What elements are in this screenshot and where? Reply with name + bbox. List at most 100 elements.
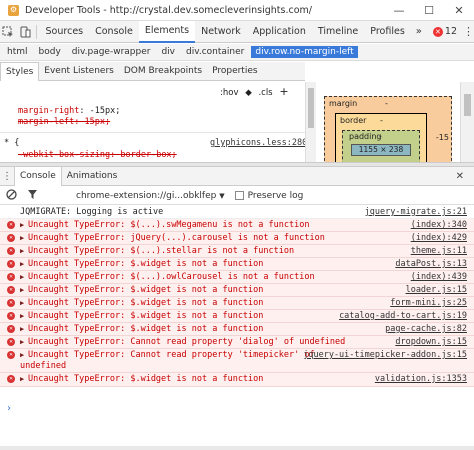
tab-elements[interactable]: Elements (138, 20, 196, 43)
box-model-diagram: margin - -15 border - padding - 1155 × 2… (316, 82, 460, 162)
expand-triangle-icon[interactable]: ▶ (20, 234, 24, 242)
styles-scrollbar[interactable] (305, 82, 316, 162)
close-drawer-icon[interactable]: ✕ (456, 171, 464, 182)
source-link[interactable]: dataPost.js:13 (395, 259, 467, 269)
tab-styles[interactable]: Styles (0, 61, 40, 81)
expand-triangle-icon[interactable]: ▶ (20, 351, 24, 359)
breadcrumb-item[interactable]: html (3, 46, 32, 58)
console-message-error[interactable]: ✕ ▶ Uncaught TypeError: Cannot read prope… (0, 336, 474, 349)
console-message-error[interactable]: ✕ ▶ Uncaught TypeError: $.widget is not a… (0, 323, 474, 336)
property-value: 15px; (84, 117, 111, 127)
box-model-padding[interactable]: padding - 1155 × 238 (342, 130, 420, 162)
console-message-error[interactable]: ✕ ▶ Uncaught TypeError: $(...).stellar is… (0, 245, 474, 258)
console-message-error[interactable]: ✕ ▶ Uncaught TypeError: $.widget is not a… (0, 284, 474, 297)
tab-event-listeners[interactable]: Event Listeners (39, 62, 119, 81)
styles-sub-tabs: Styles Event Listeners DOM Breakpoints P… (0, 61, 305, 81)
console-message-error[interactable]: ✕ ▶ Uncaught TypeError: $.widget is not a… (0, 258, 474, 271)
expand-triangle-icon[interactable]: ▶ (20, 260, 24, 268)
source-link[interactable]: (index):439 (411, 272, 467, 282)
console-message-error[interactable]: ✕ ▶ Uncaught TypeError: $(...).owlCarouse… (0, 271, 474, 284)
filter-icon[interactable] (27, 189, 38, 203)
source-link[interactable]: jquery-ui-timepicker-addon.js:15 (303, 350, 467, 360)
console-message-error[interactable]: ✕ ▶ Uncaught TypeError: Cannot read prope… (0, 349, 474, 373)
console-message-error[interactable]: ✕ ▶ Uncaught TypeError: $.widget is not a… (0, 310, 474, 323)
console-message-error[interactable]: ✕ ▶ Uncaught TypeError: $(...).swMegamenu… (0, 219, 474, 232)
breadcrumb-item-selected[interactable]: div.row.no-margin-left (251, 46, 358, 58)
class-toggle[interactable]: .cls (258, 88, 272, 98)
device-toolbar-icon[interactable] (16, 21, 32, 43)
tab-properties[interactable]: Properties (207, 62, 262, 81)
tab-console[interactable]: Console (89, 21, 139, 43)
customize-menu-icon[interactable]: ⋮ (463, 25, 474, 38)
box-model-border[interactable]: border - padding - 1155 × 238 (335, 113, 427, 162)
inspect-element-icon[interactable] (0, 21, 16, 43)
source-link[interactable]: form-mini.js:25 (390, 298, 467, 308)
preserve-log-checkbox[interactable] (234, 191, 244, 200)
scrollbar-thumb[interactable] (308, 88, 314, 128)
tab-network[interactable]: Network (195, 21, 247, 43)
expand-triangle-icon[interactable]: ▶ (20, 247, 24, 255)
maximize-button[interactable]: ☐ (414, 0, 444, 21)
tab-timeline[interactable]: Timeline (312, 21, 364, 43)
expand-triangle-icon[interactable]: ▶ (20, 273, 24, 281)
rule-selector[interactable]: * { (4, 138, 19, 148)
expand-triangle-icon[interactable]: ▶ (20, 299, 24, 307)
expand-triangle-icon[interactable]: ▶ (20, 338, 24, 346)
box-model-margin[interactable]: margin - -15 border - padding - 1155 × 2… (324, 96, 452, 162)
new-style-rule-button[interactable]: + (279, 85, 288, 98)
scrollbar-thumb[interactable] (464, 94, 471, 116)
message-text: Uncaught TypeError: Cannot read property… (28, 350, 315, 360)
close-window-button[interactable]: ✕ (444, 0, 474, 21)
expand-triangle-icon[interactable]: ▶ (20, 375, 24, 383)
expand-triangle-icon[interactable]: ▶ (20, 221, 24, 229)
style-declaration-overridden[interactable]: margin-left: 15px; (18, 117, 110, 127)
breadcrumb-item[interactable]: div.page-wrapper (68, 46, 155, 58)
expand-triangle-icon[interactable]: ▶ (20, 312, 24, 320)
tab-drawer-console[interactable]: Console (14, 166, 62, 186)
source-link[interactable]: validation.js:1353 (375, 374, 467, 384)
tab-profiles[interactable]: Profiles (364, 21, 411, 43)
style-declaration-overridden[interactable]: -webkit-box-sizing: border-box; (18, 150, 177, 160)
message-text: Uncaught TypeError: $.widget is not a fu… (28, 259, 264, 269)
expand-triangle-icon[interactable]: ▶ (20, 286, 24, 294)
more-tabs-button[interactable]: » (411, 26, 427, 37)
source-link[interactable]: loader.js:15 (406, 285, 467, 295)
box-model-scrollbar[interactable] (460, 82, 474, 162)
console-message-info[interactable]: JQMIGRATE: Logging is active jquery-migr… (0, 206, 474, 219)
style-declaration[interactable]: margin-right: -15px; (18, 106, 120, 116)
tab-animations[interactable]: Animations (62, 167, 123, 186)
tab-dom-breakpoints[interactable]: DOM Breakpoints (119, 62, 207, 81)
breadcrumb-item[interactable]: div (157, 46, 179, 58)
drawer-menu-icon[interactable]: ⋮ (0, 171, 14, 182)
window-title: Developer Tools - http://crystal.dev.som… (25, 4, 312, 16)
console-message-error[interactable]: ✕ ▶ Uncaught TypeError: $.widget is not a… (0, 373, 474, 387)
error-icon: ✕ (432, 26, 443, 37)
source-link[interactable]: catalog-add-to-cart.js:19 (339, 311, 467, 321)
error-icon: ✕ (7, 286, 15, 294)
clear-console-icon[interactable] (6, 188, 17, 203)
tab-application[interactable]: Application (247, 21, 312, 43)
source-link[interactable]: dropdown.js:15 (395, 337, 467, 347)
source-link[interactable]: (index):340 (411, 220, 467, 230)
source-link[interactable]: (index):429 (411, 233, 467, 243)
minimize-button[interactable]: — (384, 0, 414, 21)
box-model-content[interactable]: 1155 × 238 (351, 144, 411, 156)
error-counter[interactable]: ✕ 12 (432, 26, 457, 37)
source-link[interactable]: theme.js:11 (411, 246, 467, 256)
console-prompt[interactable]: › (7, 403, 11, 414)
console-message-error[interactable]: ✕ ▶ Uncaught TypeError: jQuery(...).carou… (0, 232, 474, 245)
breadcrumb-item[interactable]: body (35, 46, 65, 58)
expand-triangle-icon[interactable]: ▶ (20, 325, 24, 333)
context-selector[interactable]: chrome-extension://gi...obklfep ▼ (76, 191, 225, 201)
console-message-error[interactable]: ✕ ▶ Uncaught TypeError: $.widget is not a… (0, 297, 474, 310)
message-text: Uncaught TypeError: $(...).swMegamenu is… (28, 220, 310, 230)
breadcrumb-item[interactable]: div.container (182, 46, 248, 58)
property-value: border-box; (120, 150, 177, 160)
element-state-icon[interactable]: ◆ (245, 88, 252, 98)
source-link[interactable]: jquery-migrate.js:21 (365, 207, 467, 217)
window-bottom-edge (0, 446, 474, 450)
tab-sources[interactable]: Sources (40, 21, 90, 43)
source-link[interactable]: page-cache.js:82 (385, 324, 467, 334)
hover-state-toggle[interactable]: :hov (220, 88, 238, 98)
rule-source-link[interactable]: glyphicons.less:280 (210, 138, 305, 148)
